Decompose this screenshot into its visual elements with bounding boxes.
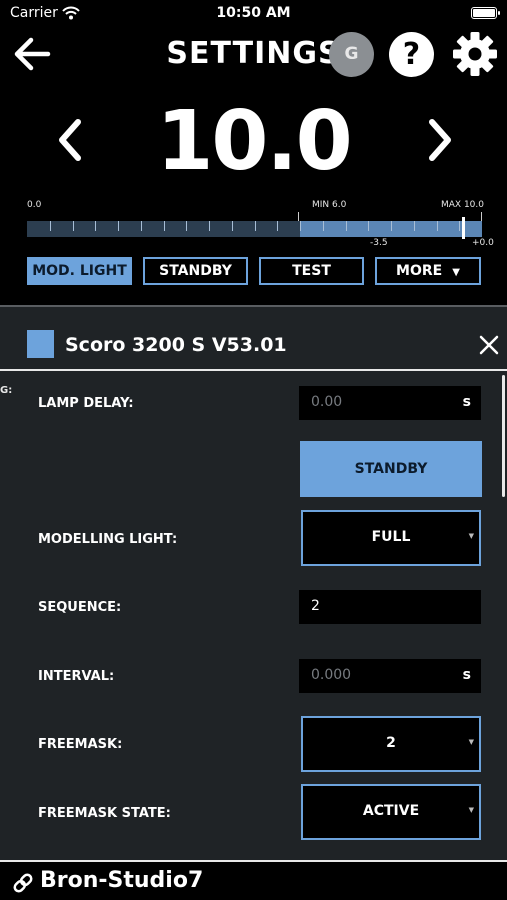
power-slider-handle[interactable]	[462, 217, 465, 239]
divider	[0, 369, 507, 371]
scale-tick	[231, 221, 233, 231]
power-panel: 10.0 0.0 MIN 6.0 MAX 10.0 -3.5 +0.0 MOD.…	[0, 80, 507, 306]
question-icon[interactable]: ?	[389, 32, 434, 77]
avatar[interactable]: G	[329, 32, 374, 77]
battery-icon	[471, 7, 500, 19]
lamp-delay-field[interactable]: 0.00 s	[299, 386, 481, 420]
standby-button[interactable]: STANDBY	[300, 441, 482, 497]
lamp-delay-unit: s	[462, 394, 471, 410]
interval-value: 0.000	[311, 667, 352, 683]
sequence-value: 2	[311, 598, 320, 614]
scale-max-label: MAX 10.0	[441, 200, 484, 210]
device-name: Scoro 3200 S V53.01	[65, 334, 287, 356]
scale-tick	[368, 221, 370, 231]
mode-button-mod-light[interactable]: MOD. LIGHT	[27, 257, 132, 285]
scale-offset-low: -3.5	[370, 238, 388, 248]
freemask-select[interactable]: 2 ▼	[301, 716, 481, 772]
link-icon	[13, 873, 33, 893]
studio-name: Bron-Studio7	[40, 868, 204, 893]
dropdown-caret-icon: ▼	[468, 738, 474, 746]
app-header: SETTINGS G ?	[0, 28, 507, 80]
scale-tick	[209, 221, 210, 231]
device-color-swatch[interactable]	[27, 330, 54, 358]
scale-tick	[300, 221, 301, 231]
scale-tick	[95, 221, 97, 231]
scale-min-label: 0.0	[27, 200, 42, 210]
dropdown-caret-icon: ▼	[468, 806, 474, 814]
scale-tick	[163, 221, 165, 231]
status-time: 10:50 AM	[216, 5, 291, 21]
scale-tick	[186, 221, 188, 231]
clipped-label: G:	[0, 385, 13, 396]
dropdown-caret-icon: ▼	[468, 532, 474, 540]
interval-label: INTERVAL:	[38, 669, 115, 684]
power-slider[interactable]	[27, 217, 482, 239]
scale-tick	[118, 221, 119, 231]
sequence-label: SEQUENCE:	[38, 600, 122, 615]
scale-tick	[345, 221, 347, 231]
device-header: Scoro 3200 S V53.01	[0, 307, 507, 369]
scale-tick	[436, 221, 438, 231]
scale-mid-label: MIN 6.0	[312, 200, 347, 210]
scale-tick	[277, 221, 279, 231]
scale-tick	[322, 221, 324, 231]
interval-unit: s	[462, 667, 471, 683]
sequence-field[interactable]: 2	[299, 590, 481, 624]
modelling-light-label: MODELLING LIGHT:	[38, 532, 178, 547]
mode-button-standby[interactable]: STANDBY	[143, 257, 248, 285]
scale-tick	[254, 221, 256, 231]
gear-icon[interactable]	[451, 30, 499, 78]
scale-offset-high: +0.0	[472, 238, 494, 248]
mode-button-test[interactable]: TEST	[259, 257, 364, 285]
modelling-light-select[interactable]: FULL ▼	[301, 510, 481, 566]
freemask-label: FREEMASK:	[38, 737, 123, 752]
scale-tick	[391, 221, 392, 231]
modelling-light-value: FULL	[371, 529, 411, 545]
scrollbar[interactable]	[502, 375, 505, 497]
close-icon[interactable]	[478, 334, 500, 356]
chevron-right-icon[interactable]	[420, 110, 460, 170]
freemask-state-value: ACTIVE	[362, 803, 420, 819]
scale-tick	[459, 221, 461, 231]
freemask-state-label: FREEMASK STATE:	[38, 806, 171, 821]
interval-field[interactable]: 0.000 s	[299, 659, 481, 693]
scale-tick	[72, 221, 74, 231]
scale-tick	[140, 221, 142, 231]
lamp-delay-value: 0.00	[311, 394, 343, 410]
scale-tick	[413, 221, 415, 231]
scale-tick	[49, 221, 51, 231]
dropdown-caret-icon: ▼	[452, 267, 460, 278]
mode-button-more[interactable]: MORE ▼	[375, 257, 481, 285]
freemask-state-select[interactable]: ACTIVE ▼	[301, 784, 481, 840]
status-bar: Carrier 10:50 AM	[0, 0, 507, 28]
lamp-delay-label: LAMP DELAY:	[38, 396, 134, 411]
studio-footer[interactable]: Bron-Studio7	[0, 862, 507, 900]
freemask-value: 2	[386, 735, 396, 751]
